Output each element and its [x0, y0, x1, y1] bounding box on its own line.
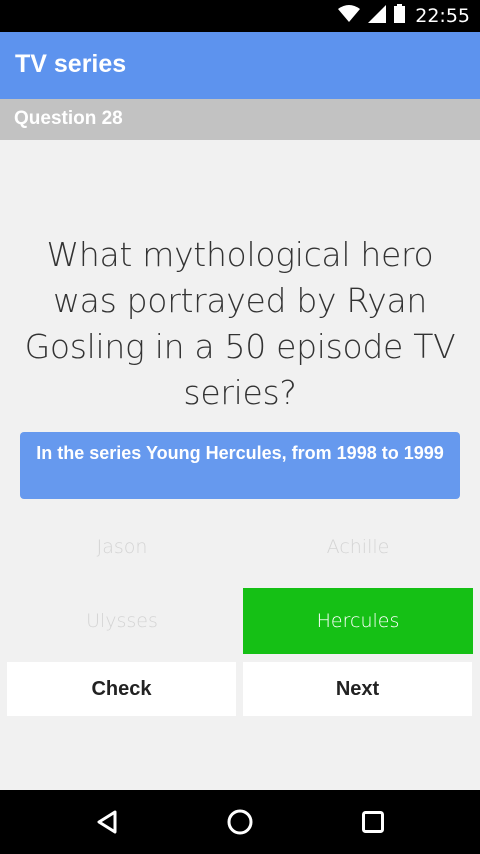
- hint-box: In the series Young Hercules, from 1998 …: [20, 432, 460, 499]
- question-number: Question 28: [14, 108, 123, 129]
- status-bar: 22:55: [0, 0, 480, 32]
- home-icon[interactable]: [210, 790, 270, 854]
- next-button[interactable]: Next: [243, 662, 472, 716]
- question-text: What mythological hero was portrayed by …: [24, 235, 456, 412]
- app-title: TV series: [15, 50, 127, 78]
- battery-icon: [394, 4, 406, 28]
- status-icons: 22:55: [338, 0, 470, 32]
- answer-option-jason[interactable]: Jason: [7, 514, 237, 580]
- app-bar: TV series: [0, 32, 480, 99]
- answer-option-ulysses[interactable]: Ulysses: [7, 588, 237, 654]
- check-button[interactable]: Check: [7, 662, 236, 716]
- answer-option-achille[interactable]: Achille: [243, 514, 473, 580]
- answer-option-hercules[interactable]: Hercules: [243, 588, 473, 654]
- nav-bar: [0, 790, 480, 854]
- status-time: 22:55: [415, 5, 470, 27]
- wifi-icon: [338, 4, 361, 28]
- recents-icon[interactable]: [343, 790, 403, 854]
- question-bar: Question 28: [0, 99, 480, 140]
- back-icon[interactable]: [77, 790, 137, 854]
- signal-icon: [368, 4, 387, 28]
